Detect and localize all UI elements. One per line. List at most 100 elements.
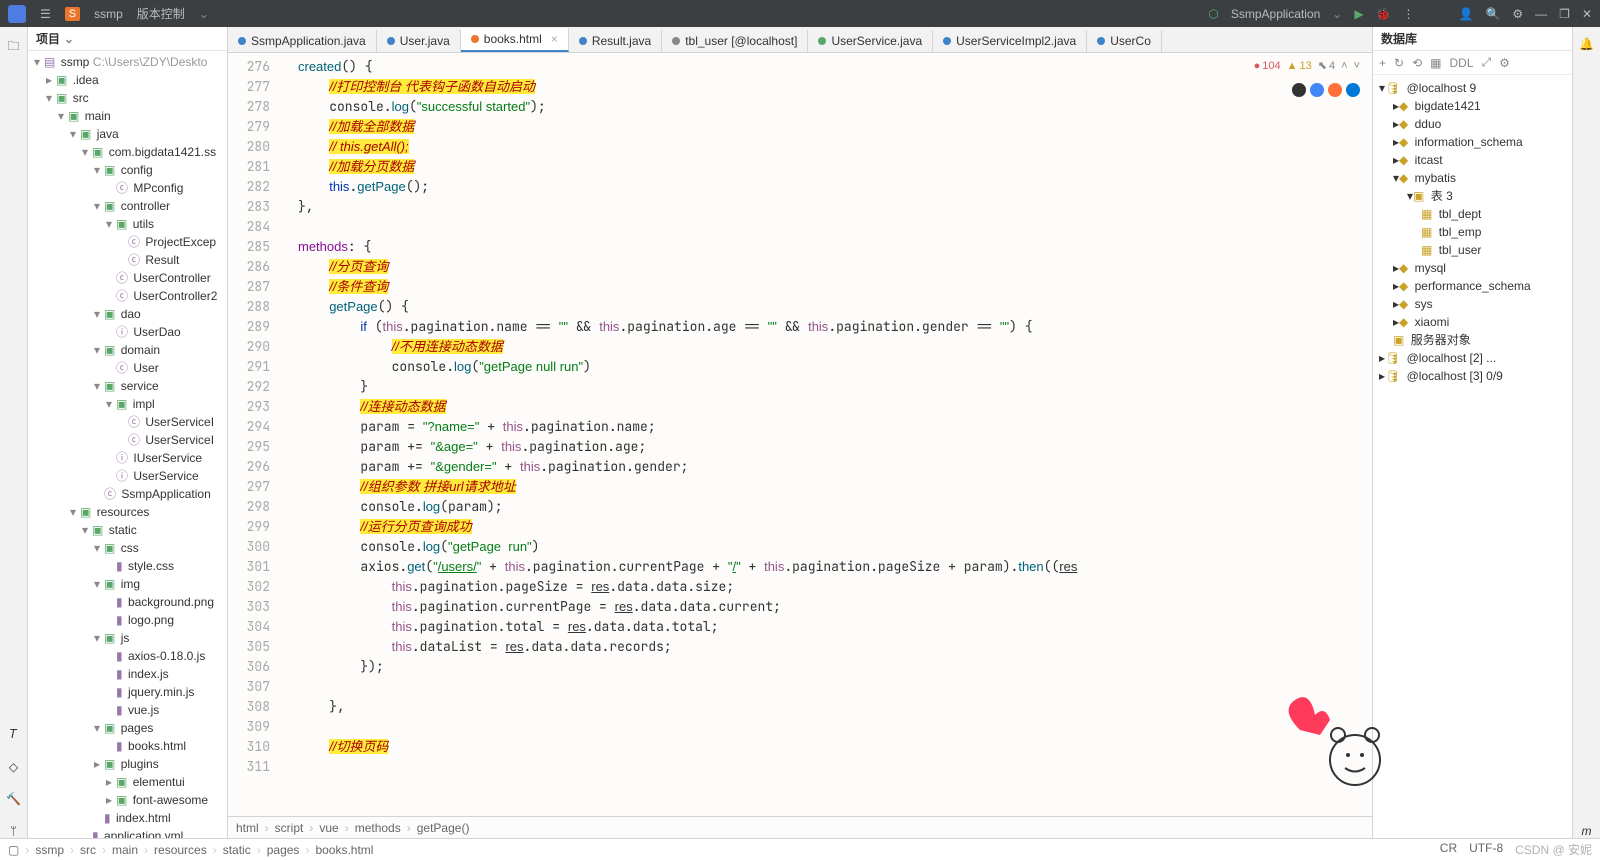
tree-item[interactable]: ▮ books.html [28,737,227,755]
minimize-icon[interactable]: — [1535,7,1547,21]
tree-item[interactable]: ⓒ Result [28,251,227,269]
db-tree-item[interactable]: ▾◆ mybatis [1373,169,1572,187]
tree-item[interactable]: ▾▣ impl [28,395,227,413]
tree-item[interactable]: ⓒ UserController [28,269,227,287]
db-tree-item[interactable]: ▸◆ sys [1373,295,1572,313]
editor-tab[interactable]: UserServiceImpl2.java [933,30,1087,52]
tree-item[interactable]: ▾▣ main [28,107,227,125]
db-tree-item[interactable]: ▦ tbl_user [1373,241,1572,259]
inspection-badges[interactable]: ● 104 ▲ 13 ⬉ 4 ˄ ˅ [1254,59,1360,72]
project-name[interactable]: ssmp [94,7,123,21]
path-item[interactable]: ssmp [35,843,64,857]
tree-item[interactable]: ⓒ UserServiceI [28,413,227,431]
more-icon[interactable]: ⋮ [1403,7,1415,21]
database-toolbar[interactable]: +↻⟲▦DDL⤢⚙ [1373,51,1572,75]
editor-tab[interactable]: UserService.java [808,30,933,52]
build-icon[interactable]: 🔨 [6,792,21,806]
tree-item[interactable]: ▸▣ .idea [28,71,227,89]
db-toolbar-button[interactable]: ↻ [1394,56,1404,70]
database-tree[interactable]: ▾🛢 @localhost 9▸◆ bigdate1421▸◆ dduo▸◆ i… [1373,75,1572,838]
path-item[interactable]: src [80,843,96,857]
tree-item[interactable]: ⓒ UserServiceI [28,431,227,449]
path-item[interactable]: books.html [315,843,373,857]
tree-item[interactable]: ▮ axios-0.18.0.js [28,647,227,665]
db-toolbar-button[interactable]: DDL [1449,56,1473,70]
tree-item[interactable]: ⓒ ProjectExcep [28,233,227,251]
structure-icon[interactable]: 𝑇 [10,727,18,742]
tree-item[interactable]: ⓘ IUserService [28,449,227,467]
tree-item[interactable]: ▾▣ java [28,125,227,143]
notifications-icon[interactable]: 🔔 [1579,37,1594,51]
db-tree-item[interactable]: ▸◆ dduo [1373,115,1572,133]
tree-item[interactable]: ▮ application.yml [28,827,227,838]
tree-item[interactable]: ▾▣ pages [28,719,227,737]
tree-item[interactable]: ▮ vue.js [28,701,227,719]
db-tree-item[interactable]: ▦ tbl_dept [1373,205,1572,223]
tree-item[interactable]: ⓒ SsmpApplication [28,485,227,503]
tree-item[interactable]: ⓒ MPconfig [28,179,227,197]
tree-item[interactable]: ▾▣ com.bigdata1421.ss [28,143,227,161]
tree-item[interactable]: ▾▣ service [28,377,227,395]
tree-item[interactable]: ▾▣ resources [28,503,227,521]
db-tree-item[interactable]: ▾🛢 @localhost 9 [1373,79,1572,97]
db-tree-item[interactable]: ▣ 服务器对象 [1373,331,1572,349]
run-icon[interactable]: ▶ [1354,7,1363,21]
breadcrumb-item[interactable]: vue [319,821,338,835]
tree-item[interactable]: ▸▣ font-awesome [28,791,227,809]
path-item[interactable]: pages [267,843,300,857]
breadcrumb-item[interactable]: methods [355,821,401,835]
tree-item[interactable]: ▾▣ css [28,539,227,557]
db-tree-item[interactable]: ▸🛢 @localhost [2] ... [1373,349,1572,367]
tree-item[interactable]: ▾▣ utils [28,215,227,233]
tree-item[interactable]: ▮ style.css [28,557,227,575]
maximize-icon[interactable]: ❐ [1559,7,1570,21]
nav-icon[interactable]: ▢ [8,843,19,857]
tree-item[interactable]: ▮ logo.png [28,611,227,629]
tree-item[interactable]: ⓒ UserController2 [28,287,227,305]
editor-breadcrumb[interactable]: html›script›vue›methods›getPage() [228,816,1372,838]
tree-item[interactable]: ▾▣ js [28,629,227,647]
editor-tab[interactable]: books.html× [461,28,569,52]
path-item[interactable]: resources [154,843,207,857]
db-toolbar-button[interactable]: ⟲ [1412,56,1422,70]
bookmarks-icon[interactable]: ◇ [9,760,18,774]
debug-icon[interactable]: 🐞 [1376,7,1391,21]
tree-item[interactable]: ⓘ UserService [28,467,227,485]
settings-icon[interactable]: ⚙ [1512,7,1523,21]
breadcrumb-item[interactable]: script [275,821,304,835]
search-icon[interactable]: 🔍 [1485,7,1500,21]
tree-item[interactable]: ▾▣ domain [28,341,227,359]
editor-tab[interactable]: User.java [377,30,461,52]
tree-item[interactable]: ▮ background.png [28,593,227,611]
tree-item[interactable]: ▮ index.html [28,809,227,827]
editor-tab[interactable]: tbl_user [@localhost] [662,30,808,52]
breadcrumb-item[interactable]: html [236,821,259,835]
tree-item[interactable]: ⓘ UserDao [28,323,227,341]
run-config[interactable]: SsmpApplication [1231,7,1320,21]
tree-item[interactable]: ▮ jquery.min.js [28,683,227,701]
tree-item[interactable]: ▸▣ elementui [28,773,227,791]
project-tree[interactable]: ▾▤ ssmp C:\Users\ZDY\Deskto▸▣ .idea▾▣ sr… [28,51,227,838]
db-tree-item[interactable]: ▸◆ mysql [1373,259,1572,277]
db-toolbar-button[interactable]: ⚙ [1499,56,1510,70]
db-tree-item[interactable]: ▸◆ bigdate1421 [1373,97,1572,115]
browser-preview-icons[interactable] [1292,83,1360,97]
tree-item[interactable]: ▮ index.js [28,665,227,683]
db-tree-item[interactable]: ▸🛢 @localhost [3] 0/9 [1373,367,1572,385]
user-icon[interactable]: 👤 [1459,7,1474,21]
editor-tab[interactable]: SsmpApplication.java [228,30,377,52]
tree-item[interactable]: ▾▣ img [28,575,227,593]
tree-item[interactable]: ▾▣ config [28,161,227,179]
status-item[interactable]: UTF-8 [1469,841,1503,858]
vcs-icon[interactable]: ᛘ [10,824,17,838]
tree-item[interactable]: ▾▣ dao [28,305,227,323]
editor-tab[interactable]: Result.java [569,30,662,52]
tree-item[interactable]: ▾▣ controller [28,197,227,215]
db-tree-item[interactable]: ▸◆ performance_schema [1373,277,1572,295]
vcs-menu[interactable]: 版本控制 [137,5,185,22]
db-tree-item[interactable]: ▸◆ xiaomi [1373,313,1572,331]
tree-item[interactable]: ⓒ User [28,359,227,377]
close-icon[interactable]: ✕ [1582,7,1592,21]
tree-item[interactable]: ▸▣ plugins [28,755,227,773]
tree-item[interactable]: ▾▤ ssmp C:\Users\ZDY\Deskto [28,53,227,71]
